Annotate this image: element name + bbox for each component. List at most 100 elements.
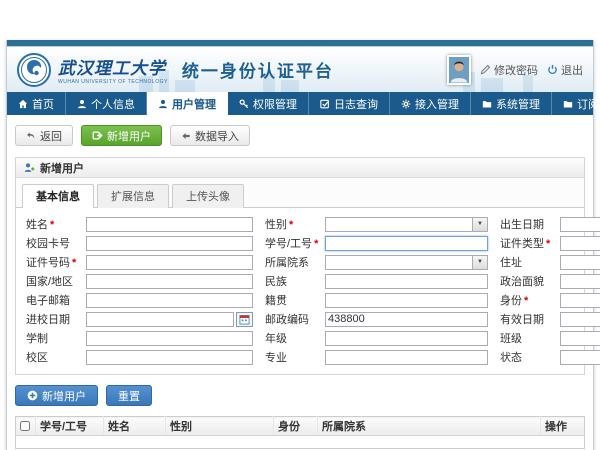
tab-extended-info[interactable]: 扩展信息	[97, 184, 169, 208]
birth-date-input[interactable]	[560, 217, 600, 232]
field-study-length: 学制	[26, 330, 253, 346]
nav-item-profile[interactable]: 个人信息	[66, 92, 147, 115]
campus-input[interactable]	[86, 350, 253, 365]
gender-input[interactable]	[325, 217, 473, 232]
key-icon	[239, 99, 249, 109]
reset-button[interactable]: 重置	[106, 385, 152, 406]
field-label-address: 住址	[500, 254, 560, 270]
top-strip	[7, 40, 593, 47]
table-header-学号/工号: 学号/工号	[36, 417, 104, 436]
id-type-input[interactable]	[560, 236, 600, 251]
field-control-campus-card	[86, 236, 253, 251]
nav-item-label: 系统管理	[496, 96, 540, 112]
field-control-department: ▼	[325, 255, 488, 270]
field-label-department: 所属院系	[265, 254, 325, 270]
department-input[interactable]	[325, 255, 473, 270]
postal-code-input[interactable]	[325, 312, 488, 327]
back-button[interactable]: 返回	[15, 125, 73, 146]
study-length-input[interactable]	[86, 331, 253, 346]
tab-basic-info[interactable]: 基本信息	[22, 184, 94, 208]
identity-input[interactable]	[560, 293, 600, 308]
field-label-entry-date: 进校日期	[26, 311, 86, 327]
nav-item-user-mgmt[interactable]: 用户管理	[147, 92, 228, 115]
table-header-姓名: 姓名	[104, 417, 166, 436]
ethnicity-input[interactable]	[325, 274, 488, 289]
field-control-valid-date	[560, 312, 600, 327]
field-control-country	[86, 274, 253, 289]
field-control-class	[560, 331, 600, 346]
field-label-campus-card: 校园卡号	[26, 235, 86, 251]
logout-link[interactable]: 退出	[547, 62, 583, 78]
table-header-操作: 操作	[541, 417, 585, 436]
header-user-area: 修改密码 退出	[447, 55, 583, 85]
table-header-所属院系: 所属院系	[318, 417, 541, 436]
field-control-native-place	[325, 293, 488, 308]
address-input[interactable]	[560, 255, 600, 270]
table-empty-cell	[541, 436, 585, 449]
field-control-study-length	[86, 331, 253, 346]
field-control-address	[560, 255, 600, 270]
field-label-class: 班级	[500, 330, 560, 346]
valid-date-input[interactable]	[560, 312, 600, 327]
add-user-submit-button[interactable]: 新增用户	[15, 385, 98, 406]
country-input[interactable]	[86, 274, 253, 289]
field-birth-date: 出生日期	[500, 216, 600, 232]
back-label: 返回	[40, 128, 62, 144]
nav-item-permission-mgmt[interactable]: 权限管理	[228, 92, 309, 115]
nav-item-subscribe-mgmt[interactable]: 订阅管理	[552, 92, 600, 115]
major-input[interactable]	[325, 350, 488, 365]
user-icon	[158, 99, 168, 109]
field-email: 电子邮箱	[26, 292, 253, 308]
field-postal-code: 邮政编码	[265, 311, 488, 327]
field-label-grade: 年级	[265, 330, 325, 346]
add-user-icon	[92, 130, 103, 141]
required-marker: *	[546, 238, 550, 250]
class-input[interactable]	[560, 331, 600, 346]
change-password-link[interactable]: 修改密码	[480, 62, 538, 78]
tab-upload-avatar[interactable]: 上传头像	[172, 184, 244, 208]
campus-card-input[interactable]	[86, 236, 253, 251]
undo-arrow-icon	[26, 131, 36, 141]
select-all-checkbox[interactable]	[20, 421, 30, 431]
field-control-email	[86, 293, 253, 308]
field-label-political-status: 政治面貌	[500, 273, 560, 289]
table-empty-cell	[36, 436, 104, 449]
entry-date-input[interactable]	[86, 312, 234, 327]
data-import-label: 数据导入	[195, 128, 239, 144]
field-ethnicity: 民族	[265, 273, 488, 289]
department-dropdown-arrow-icon[interactable]: ▼	[473, 255, 488, 270]
field-label-birth-date: 出生日期	[500, 216, 560, 232]
nav-item-label: 接入管理	[415, 96, 459, 112]
name-input[interactable]	[86, 217, 253, 232]
toolbar: 返回 新增用户 数据导入	[15, 125, 585, 146]
grade-input[interactable]	[325, 331, 488, 346]
political-status-input[interactable]	[560, 274, 600, 289]
field-label-id-number: 证件号码*	[26, 254, 86, 270]
gender-dropdown-arrow-icon[interactable]: ▼	[473, 217, 488, 232]
nav-item-system-mgmt[interactable]: 系统管理	[471, 92, 552, 115]
add-user-submit-label: 新增用户	[42, 388, 86, 404]
native-place-input[interactable]	[325, 293, 488, 308]
required-marker: *	[524, 295, 528, 307]
student-id-input[interactable]	[325, 236, 488, 251]
user-avatar[interactable]	[447, 55, 471, 85]
field-label-id-type: 证件类型*	[500, 235, 560, 251]
data-import-button[interactable]: 数据导入	[170, 125, 250, 146]
field-label-status: 状态	[500, 349, 560, 365]
field-control-id-number	[86, 255, 253, 270]
email-input[interactable]	[86, 293, 253, 308]
table-header-row: 学号/工号姓名性别身份所属院系操作	[16, 417, 585, 436]
add-user-toolbar-label: 新增用户	[107, 128, 151, 144]
table-header-身份: 身份	[274, 417, 318, 436]
content-area: 返回 新增用户 数据导入	[7, 115, 593, 450]
entry-date-calendar-icon[interactable]	[236, 312, 253, 327]
field-class: 班级	[500, 330, 600, 346]
field-valid-date: 有效日期	[500, 311, 600, 327]
required-marker: *	[72, 257, 76, 269]
nav-item-home[interactable]: 首页	[7, 92, 66, 115]
nav-item-log-query[interactable]: 日志查询	[309, 92, 390, 115]
add-user-toolbar-button[interactable]: 新增用户	[81, 125, 162, 146]
nav-item-access-mgmt[interactable]: 接入管理	[390, 92, 471, 115]
status-input[interactable]	[560, 350, 600, 365]
id-number-input[interactable]	[86, 255, 253, 270]
